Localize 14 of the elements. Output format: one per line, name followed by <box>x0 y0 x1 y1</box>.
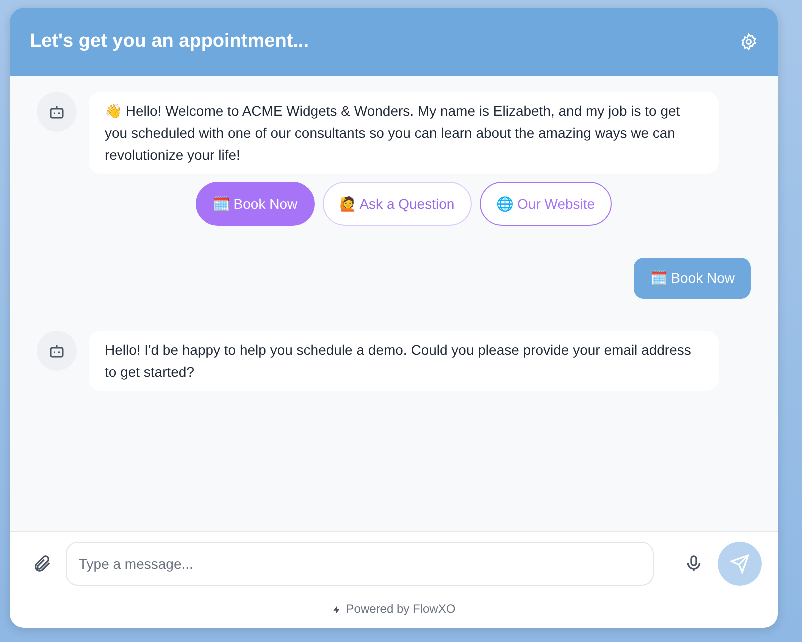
send-button[interactable] <box>718 542 762 586</box>
powered-by-text: Powered by FlowXO <box>346 602 456 616</box>
quick-reply-button[interactable]: 🌐 Our Website <box>480 182 612 226</box>
bot-avatar-icon <box>37 331 77 371</box>
bot-avatar-icon <box>37 92 77 132</box>
message-bubble: 👋 Hello! Welcome to ACME Widgets & Wonders. My name is Elizabeth, and my job is to get you scheduled with one of our consultants so you can learn about the amazing ways we can revolutionize your life! <box>89 92 719 174</box>
user-message-bubble: 🗓 Book Now <box>634 258 751 299</box>
message-input[interactable]: Type a message... <box>66 542 654 586</box>
chat-title: Let's get you an appointment... <box>30 30 309 54</box>
settings-icon[interactable] <box>740 33 758 51</box>
quick-reply-button[interactable]: 🗓 Book Now <box>196 182 315 226</box>
send-icon[interactable] <box>730 554 750 574</box>
message-bubble: Hello! I'd be happy to help you schedule a demo. Could you please provide your email address to get started? <box>89 331 719 391</box>
paperclip-icon[interactable] <box>32 554 52 574</box>
